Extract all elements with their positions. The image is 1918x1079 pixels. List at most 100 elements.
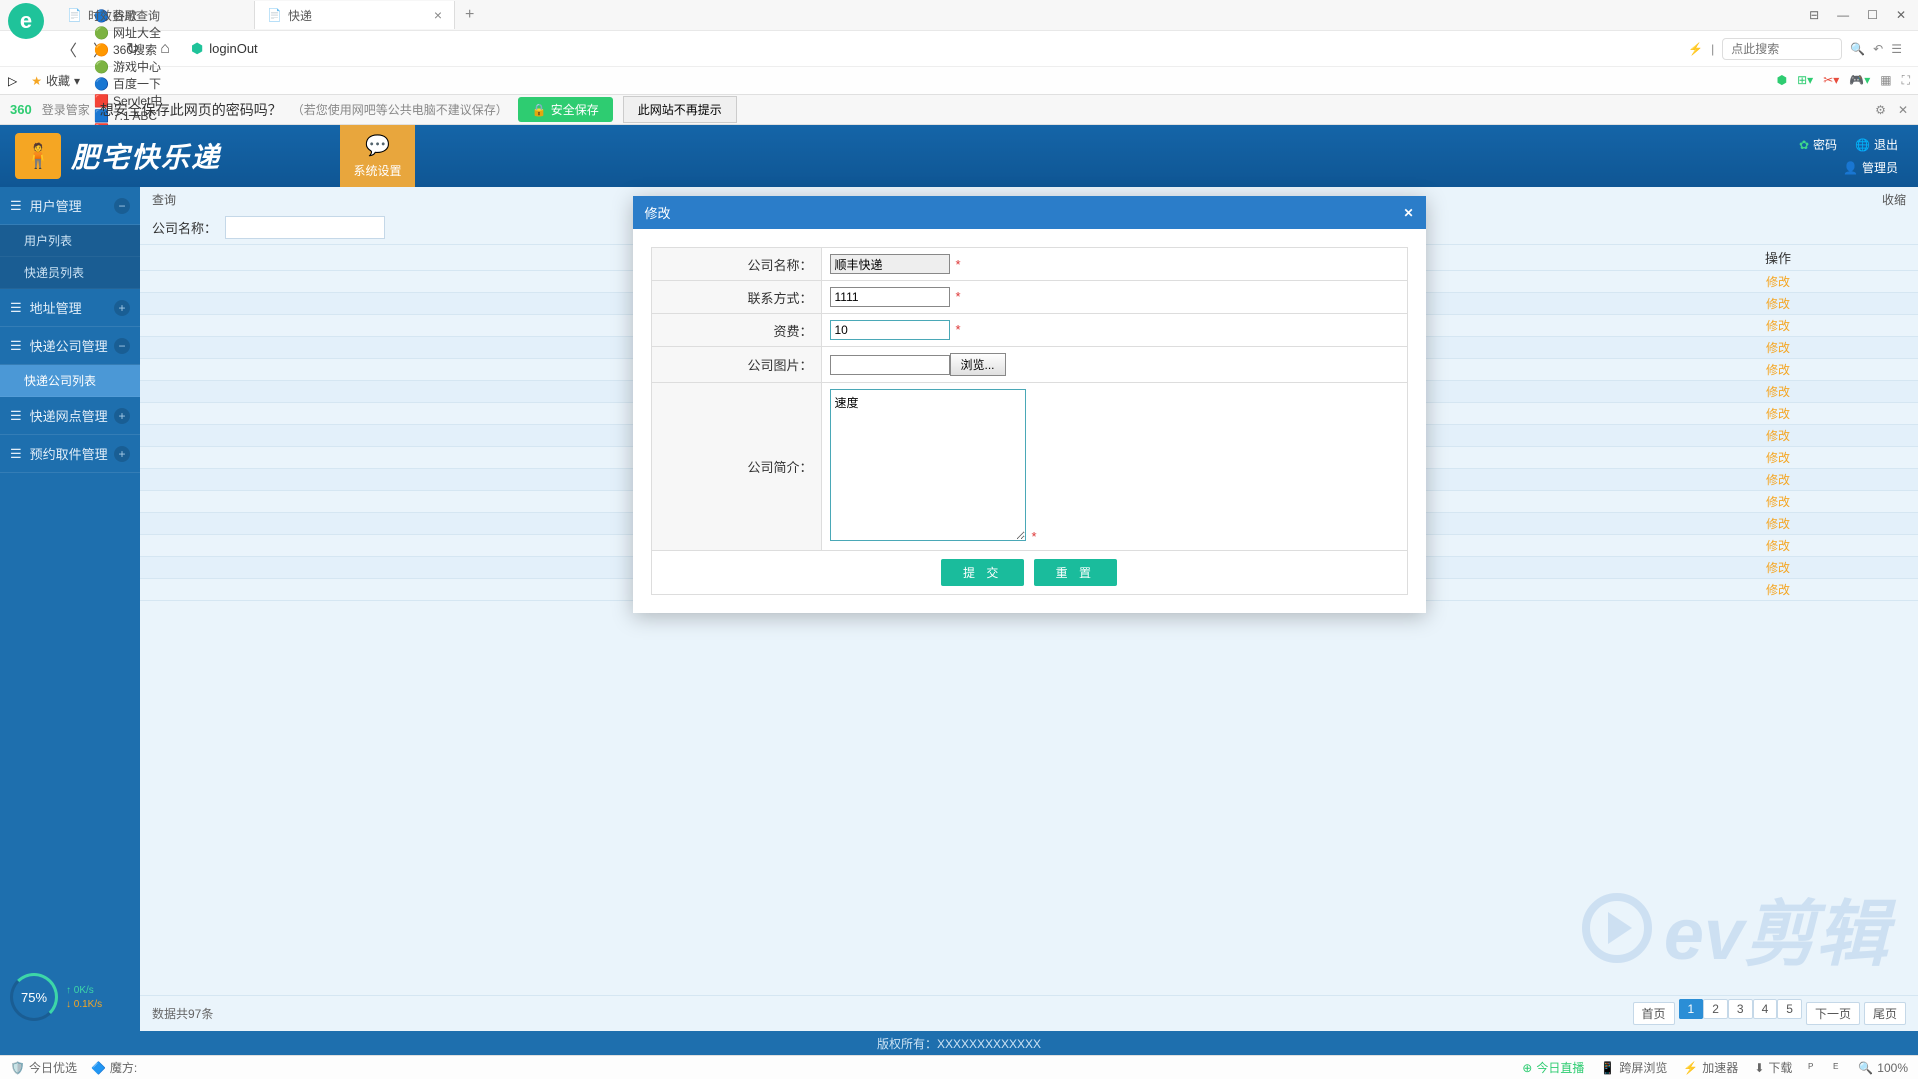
edit-link[interactable]: 修改 [1638,361,1918,378]
address-text: loginOut [209,41,257,56]
back-button[interactable]: 〈 [55,35,83,63]
sidebar-group[interactable]: ☰预约取件管理+ [0,435,140,473]
menu-icon[interactable]: ☰ [1891,42,1902,56]
sidebar-group[interactable]: ☰地址管理+ [0,289,140,327]
toggle-icon[interactable]: + [114,300,130,316]
status-item[interactable]: 📱跨屏浏览 [1600,1059,1667,1076]
menu-icon[interactable]: ⊟ [1809,8,1819,22]
status-item[interactable]: ᴱ [1833,1059,1842,1076]
edit-link[interactable]: 修改 [1638,427,1918,444]
shield-green-icon[interactable]: ⬢ [1777,73,1787,88]
op-column-header: 操作 [1638,248,1918,267]
page-first-button[interactable]: 首页 [1633,1002,1675,1025]
sidebar-item[interactable]: 快递员列表 [0,257,140,289]
close-window-icon[interactable]: ✕ [1896,8,1906,22]
bookmark-item[interactable]: 🟢游戏中心 [94,58,162,75]
status-item[interactable]: 🛡️今日优选 [10,1059,77,1076]
toggle-icon[interactable]: − [114,338,130,354]
bookmark-label: 游戏中心 [113,58,161,75]
expand-icon[interactable]: ⛶ [1902,73,1910,88]
status-icon: ⚡ [1683,1061,1698,1075]
edit-link[interactable]: 修改 [1638,493,1918,510]
scissors-icon[interactable]: ✂▾ [1823,73,1839,88]
page-number-button[interactable]: 3 [1728,999,1753,1019]
page-next-button[interactable]: 下一页 [1806,1002,1860,1025]
company-name-field[interactable] [830,254,950,274]
browse-button[interactable]: 浏览... [950,353,1006,376]
gear-icon[interactable]: ⚙ [1875,103,1886,117]
contact-field[interactable] [830,287,950,307]
change-password-button[interactable]: ✿密码 [1799,136,1837,153]
tab-express[interactable]: 📄 快递 × [255,1,455,29]
edit-link[interactable]: 修改 [1638,449,1918,466]
chevron-right-icon[interactable]: ▷ [8,74,17,88]
current-user: 👤管理员 [1843,159,1898,176]
sidebar-item[interactable]: 用户列表 [0,225,140,257]
search-icon[interactable]: 🔍 [1850,42,1865,56]
status-item[interactable]: 🔍100% [1858,1059,1908,1076]
collapse-button[interactable]: 收缩 [1882,191,1906,208]
gamepad-icon[interactable]: 🎮▾ [1849,73,1870,88]
edit-link[interactable]: 修改 [1638,339,1918,356]
page-last-button[interactable]: 尾页 [1864,1002,1906,1025]
sidebar-group[interactable]: ☰用户管理− [0,187,140,225]
status-item[interactable]: 🔷魔方: [91,1059,137,1076]
status-item[interactable]: ⚡加速器 [1683,1059,1738,1076]
close-icon[interactable]: ✕ [1898,103,1908,117]
grid-icon[interactable]: ▦ [1880,73,1891,88]
ext-icon[interactable]: ⊞▾ [1797,73,1813,88]
toggle-icon[interactable]: − [114,198,130,214]
edit-link[interactable]: 修改 [1638,273,1918,290]
maximize-icon[interactable]: ☐ [1867,8,1878,22]
bookmark-item[interactable]: 🔵百度一下 [94,75,162,92]
edit-link[interactable]: 修改 [1638,559,1918,576]
modal-body: 公司名称： * 联系方式： * 资费： * 公司图片： [633,229,1426,613]
edit-link[interactable]: 修改 [1638,581,1918,598]
edit-link[interactable]: 修改 [1638,537,1918,554]
star-icon: ★ [31,74,42,88]
lightning-icon[interactable]: ⚡ [1688,42,1703,56]
new-tab-button[interactable]: + [455,6,484,24]
toggle-icon[interactable]: + [114,446,130,462]
page-number-button[interactable]: 4 [1753,999,1778,1019]
edit-link[interactable]: 修改 [1638,317,1918,334]
dismiss-password-button[interactable]: 此网站不再提示 [623,96,737,123]
user-icon: 👤 [1843,161,1858,175]
intro-field[interactable] [830,389,1026,541]
system-settings-button[interactable]: 💬 系统设置 [340,125,415,187]
fee-field[interactable] [830,320,950,340]
edit-link[interactable]: 修改 [1638,405,1918,422]
company-name-input[interactable] [225,216,385,239]
undo-icon[interactable]: ↶ [1873,42,1883,56]
edit-link[interactable]: 修改 [1638,515,1918,532]
edit-link[interactable]: 修改 [1638,471,1918,488]
search-input[interactable] [1722,38,1842,60]
status-item[interactable]: ⊕今日直播 [1522,1059,1584,1076]
page-number-button[interactable]: 5 [1777,999,1802,1019]
close-icon[interactable]: × [434,7,442,23]
status-icon: 🛡️ [10,1061,25,1075]
toggle-icon[interactable]: + [114,408,130,424]
page-number-button[interactable]: 2 [1703,999,1728,1019]
favorites-button[interactable]: ★收藏 ▾ [31,72,80,89]
save-password-button[interactable]: 🔒安全保存 [518,97,613,122]
tab-timing-fee[interactable]: 📄 时效费用查询 [55,1,255,29]
logout-button[interactable]: 🌐退出 [1855,136,1898,153]
minimize-icon[interactable]: — [1837,8,1849,22]
sidebar-group[interactable]: ☰快递网点管理+ [0,397,140,435]
sidebar-item[interactable]: 快递公司列表 [0,365,140,397]
edit-link[interactable]: 修改 [1638,383,1918,400]
status-item[interactable]: ᴾ [1808,1059,1817,1076]
image-path-field[interactable] [830,355,950,375]
modal-close-button[interactable]: ✕ [1403,206,1413,220]
address-input[interactable]: ⬢ loginOut [183,36,1684,62]
bookmark-icon: 🟠 [94,43,109,57]
edit-link[interactable]: 修改 [1638,295,1918,312]
submit-button[interactable]: 提 交 [941,559,1024,586]
sidebar-group-label: 快递公司管理 [30,336,108,355]
page-number-button[interactable]: 1 [1679,999,1704,1019]
reset-button[interactable]: 重 置 [1034,559,1117,586]
sidebar-group[interactable]: ☰快递公司管理− [0,327,140,365]
status-item[interactable]: ⬇下载 [1754,1059,1792,1076]
bookmark-item[interactable]: 🟠360搜索 [94,41,162,58]
